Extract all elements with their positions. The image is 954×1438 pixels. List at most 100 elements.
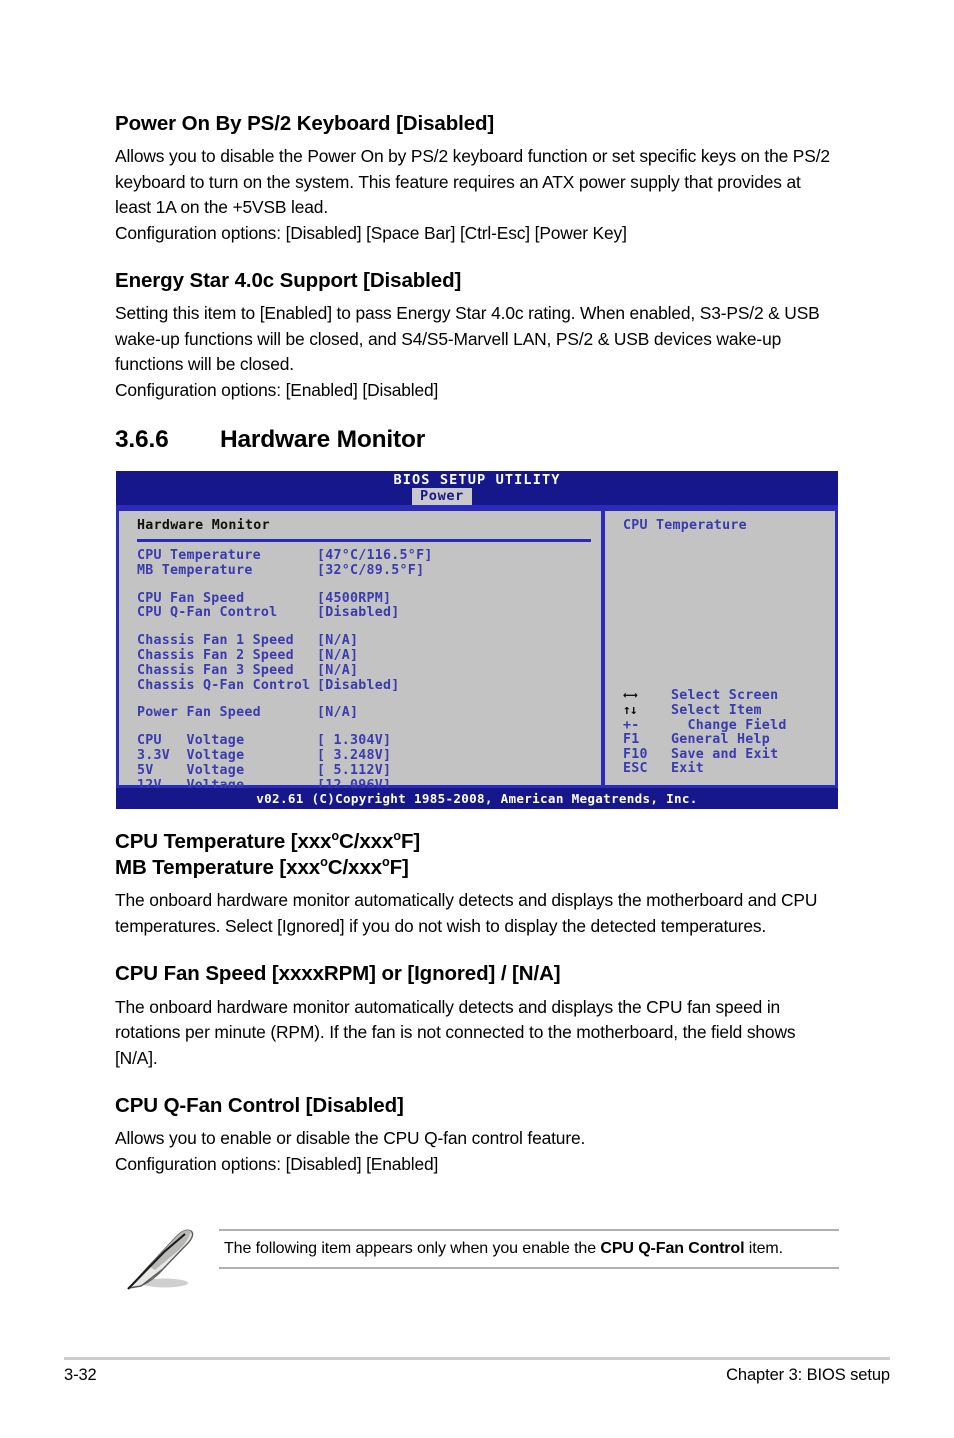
bios-item-label: Chassis Fan 2 Speed (137, 647, 294, 663)
heading-part: C/xxx (327, 856, 382, 880)
bios-item-value: [32°C/89.5°F] (317, 562, 425, 578)
bios-item-label: Power Fan Speed (137, 705, 261, 721)
paragraph-power-on-ps2-keyboard: Allows you to disable the Power On by PS… (115, 144, 839, 246)
degree-symbol: o (381, 854, 390, 870)
upper-body-content: Power On By PS/2 Keyboard [Disabled] All… (115, 112, 839, 454)
bios-help-title: CPU Temperature (623, 518, 747, 533)
bios-item-label: CPU Fan Speed (137, 590, 245, 606)
bios-item-label: 5V Voltage (137, 762, 245, 778)
bios-item-row[interactable]: 3.3V Voltage [ 3.248V] (137, 747, 601, 764)
bios-panel-title: Hardware Monitor (137, 518, 270, 533)
bios-item-label: 3.3V Voltage (137, 747, 245, 763)
paragraph-cpu-fan-speed: The onboard hardware monitor automatical… (115, 996, 796, 1068)
bios-item-row[interactable]: 5V Voltage [ 5.112V] (137, 762, 601, 779)
bios-item-row[interactable]: CPU Q-Fan Control [Disabled] (137, 606, 601, 621)
bios-navkey-row: F1 General Help (623, 733, 787, 748)
heading-energy-star-support: Energy Star 4.0c Support [Disabled] (115, 269, 462, 293)
bios-item-list: CPU Temperature [47°C/116.5°F] MB Temperat… (137, 548, 601, 793)
bios-navkey-key: +- (623, 717, 640, 733)
degree-symbol: o (320, 854, 328, 870)
heading-power-on-ps2-keyboard: Power On By PS/2 Keyboard [Disabled] (115, 112, 495, 135)
lower-body-content: CPU Temperature [xxxoC/xxxoF] MB Tempera… (115, 828, 839, 1177)
config-options-text: Configuration options: [Enabled] [Disabl… (115, 379, 439, 400)
bios-item-row[interactable]: Chassis Q-Fan Control [Disabled] (137, 677, 601, 694)
bios-navigation-keys: ←→ Select Screen ↑↓ Select Item +- Change Fi… (623, 689, 787, 777)
bios-item-label: Chassis Fan 1 Speed (137, 633, 294, 649)
bios-item-value: [N/A] (317, 705, 359, 721)
bios-help-panel: CPU Temperature ←→ Select Screen ↑↓ Select … (603, 508, 838, 788)
bios-item-row[interactable]: CPU Voltage [ 1.304V] (137, 733, 601, 749)
bios-item-label: CPU Q-Fan Control (137, 605, 278, 621)
note-text: The following item appears only when you… (219, 1231, 839, 1267)
bios-item-row[interactable]: MB Temperature [32°C/89.5°F] (137, 562, 601, 579)
heading-part: CPU Temperature [xxx (115, 830, 332, 853)
bios-setup-screenshot: BIOS SETUP UTILITY Power Hardware Monito… (116, 471, 838, 809)
bios-panel-divider (137, 539, 591, 542)
section-title-text: Hardware Monitor (220, 426, 426, 454)
page-number: 3-32 (64, 1366, 97, 1384)
heading-mb-temperature: MB Temperature [xxxoC/xxxoF] (115, 856, 839, 880)
paragraph-text: Setting this item to [Enabled] to pass E… (115, 303, 820, 375)
bios-item-row[interactable]: CPU Temperature [47°C/116.5°F] (137, 548, 601, 564)
bios-item-value: [ 1.304V] (317, 733, 392, 749)
bios-item-value: [N/A] (317, 662, 359, 678)
bios-item-label: MB Temperature (137, 562, 253, 578)
heading-part: C/xxx (339, 830, 394, 853)
bios-navkey-label: Select Screen (671, 688, 779, 704)
note-rule-bottom (219, 1267, 839, 1269)
section-number: 3.6.6 (115, 426, 169, 454)
bios-item-label: Chassis Q-Fan Control (137, 677, 311, 693)
heading-cpu-fan-speed: CPU Fan Speed [xxxxRPM] or [Ignored] / [… (115, 962, 561, 986)
bios-item-row[interactable]: Chassis Fan 2 Speed [N/A] (137, 647, 601, 664)
bios-title: BIOS SETUP UTILITY (393, 472, 561, 488)
chapter-label: Chapter 3: BIOS setup (726, 1366, 890, 1384)
config-options-text: Configuration options: [Disabled] [Enabl… (115, 1153, 439, 1174)
note-body: The following item appears only when you… (219, 1229, 839, 1269)
bios-item-value: [Disabled] (317, 605, 400, 621)
note-text-part: item. (744, 1240, 783, 1257)
footer-divider (64, 1357, 890, 1360)
bios-navkey-key: ↑↓ (623, 703, 638, 719)
bios-navkey-row: F10 Save and Exit (623, 747, 787, 763)
paragraph-cpu-q-fan-control: Allows you to enable or disable the CPU … (115, 1126, 839, 1177)
config-options-text: Configuration options: [Disabled] [Space… (115, 222, 627, 243)
heading-part: F] (400, 830, 421, 853)
degree-symbol: o (331, 828, 340, 844)
bios-item-label: CPU Voltage (137, 733, 245, 749)
bios-item-label: CPU Temperature (137, 548, 261, 563)
bios-tab-power[interactable]: Power (412, 488, 472, 505)
paragraph-temperature: The onboard hardware monitor automatical… (115, 890, 818, 936)
bios-item-row[interactable]: Chassis Fan 3 Speed [N/A] (137, 662, 601, 679)
document-page: Power On By PS/2 Keyboard [Disabled] All… (0, 0, 954, 1438)
note-text-part: The following item appears only when you… (224, 1240, 601, 1257)
bios-item-value: [ 3.248V] (317, 747, 392, 763)
bios-navkey-label: Select Item (671, 703, 762, 719)
bios-navkey-key: F1 (623, 732, 640, 748)
pencil-icon (119, 1222, 203, 1294)
bios-item-label: Chassis Fan 3 Speed (137, 662, 294, 678)
paragraph-text: Allows you to disable the Power On by PS… (115, 146, 830, 218)
degree-symbol: o (393, 828, 401, 844)
bios-body: Hardware Monitor CPU Temperature [47°C/11… (116, 505, 838, 792)
paragraph-text: Allows you to enable or disable the CPU … (115, 1128, 586, 1149)
bios-item-row[interactable]: Chassis Fan 1 Speed [N/A] (137, 633, 601, 649)
bios-item-spacer (137, 579, 601, 592)
page-footer: 3-32 Chapter 3: BIOS setup (64, 1366, 890, 1385)
bios-settings-panel: Hardware Monitor CPU Temperature [47°C/11… (116, 508, 603, 792)
paragraph-energy-star-support: Setting this item to [Enabled] to pass E… (115, 301, 839, 403)
bios-navkey-key: ←→ (623, 688, 638, 704)
bios-navkey-label: Change Field (671, 717, 787, 733)
bios-navkey-label: General Help (671, 732, 771, 748)
bios-navkey-row: ESC Exit (623, 762, 787, 777)
bios-copyright-footer: v02.61 (C)Copyright 1985-2008, American … (116, 788, 838, 809)
bios-item-value: [ 5.112V] (317, 762, 392, 778)
bios-navkey-row: ↑↓ Select Item (623, 703, 787, 719)
bios-item-value: [Disabled] (317, 677, 400, 693)
bios-navkey-key: ESC (623, 761, 648, 777)
bios-item-row[interactable]: Power Fan Speed [N/A] (137, 706, 601, 721)
heading-cpu-q-fan-control: CPU Q-Fan Control [Disabled] (115, 1094, 404, 1118)
